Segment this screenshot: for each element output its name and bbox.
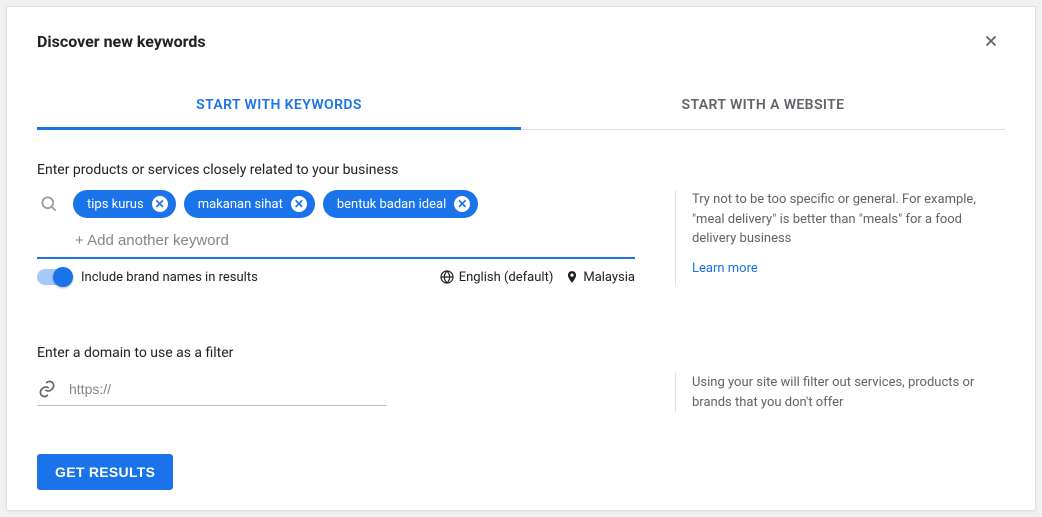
domain-row-wrap: Using your site will filter out services…	[37, 373, 1005, 412]
domain-section: Enter a domain to use as a filter Using …	[37, 345, 1005, 412]
chip-label: makanan sihat	[198, 197, 283, 212]
chip-label: bentuk badan ideal	[337, 197, 446, 212]
location-selector[interactable]: Malaysia	[565, 270, 635, 285]
tabs: START WITH KEYWORDS START WITH A WEBSITE	[37, 83, 1005, 130]
language-label: English (default)	[459, 270, 554, 285]
products-label: Enter products or services closely relat…	[37, 162, 1005, 178]
brand-toggle[interactable]	[37, 269, 71, 285]
products-help: Try not to be too specific or general. F…	[675, 190, 1005, 285]
tab-website[interactable]: START WITH A WEBSITE	[521, 83, 1005, 130]
add-keyword-input[interactable]	[37, 226, 635, 251]
globe-icon	[439, 269, 455, 285]
chip-remove-icon[interactable]: ✕	[152, 196, 168, 212]
close-icon	[982, 32, 1000, 50]
page-title: Discover new keywords	[37, 32, 206, 51]
help-text: Try not to be too specific or general. F…	[692, 190, 1005, 249]
toggle-knob	[53, 267, 73, 287]
header: Discover new keywords	[37, 27, 1005, 55]
brand-toggle-label: Include brand names in results	[81, 270, 258, 285]
chip-remove-icon[interactable]: ✕	[291, 196, 307, 212]
get-results-button[interactable]: GET RESULTS	[37, 454, 173, 490]
chip-label: tips kurus	[87, 197, 144, 212]
domain-help-text: Using your site will filter out services…	[692, 373, 1005, 412]
domain-input-row	[37, 373, 387, 406]
learn-more-link[interactable]: Learn more	[692, 259, 758, 279]
brand-toggle-wrap: Include brand names in results	[37, 269, 258, 285]
tab-keywords[interactable]: START WITH KEYWORDS	[37, 83, 521, 130]
keyword-input-area[interactable]: tips kurus ✕ makanan sihat ✕ bentuk bada…	[37, 190, 635, 259]
domain-label: Enter a domain to use as a filter	[37, 345, 1005, 361]
search-icon	[39, 194, 59, 214]
keyword-chip: makanan sihat ✕	[184, 190, 315, 218]
language-selector[interactable]: English (default)	[439, 269, 554, 285]
location-label: Malaysia	[583, 270, 635, 285]
chip-remove-icon[interactable]: ✕	[454, 196, 470, 212]
link-icon	[37, 379, 57, 399]
close-button[interactable]	[977, 27, 1005, 55]
keyword-planner-card: Discover new keywords START WITH KEYWORD…	[6, 6, 1036, 511]
products-row: tips kurus ✕ makanan sihat ✕ bentuk bada…	[37, 190, 1005, 285]
keyword-options-row: Include brand names in results English (…	[37, 269, 635, 285]
keyword-chip: bentuk badan ideal ✕	[323, 190, 478, 218]
domain-input[interactable]	[69, 381, 387, 397]
domain-help: Using your site will filter out services…	[675, 373, 1005, 412]
language-location: English (default) Malaysia	[439, 269, 635, 285]
domain-left	[37, 373, 635, 412]
products-left: tips kurus ✕ makanan sihat ✕ bentuk bada…	[37, 190, 635, 285]
keyword-chip: tips kurus ✕	[73, 190, 176, 218]
location-icon	[565, 270, 579, 284]
